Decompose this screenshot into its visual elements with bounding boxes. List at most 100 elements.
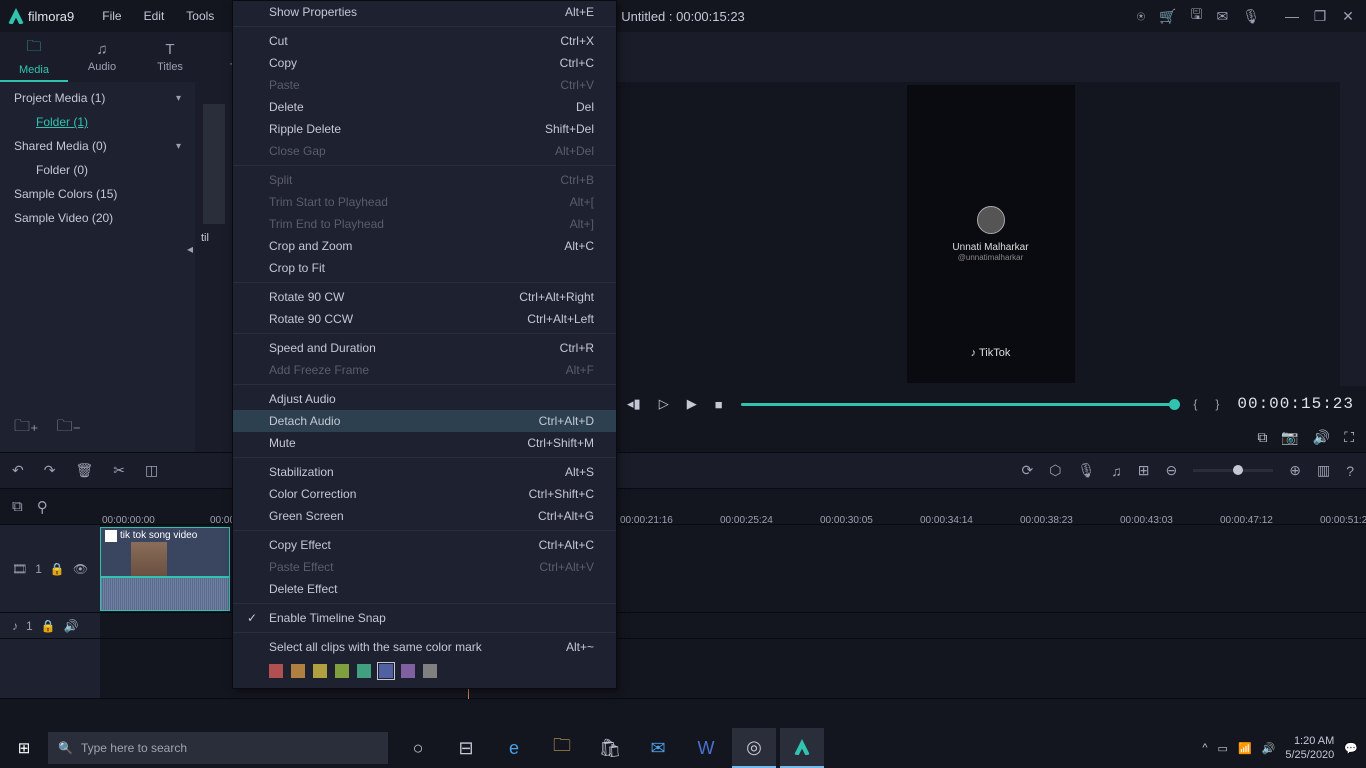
lock-icon[interactable]: 🔒 <box>50 562 65 576</box>
collapse-media-icon[interactable]: ◂ <box>187 242 193 256</box>
media-thumbnail[interactable] <box>203 104 225 224</box>
context-menu-item[interactable]: CutCtrl+X <box>233 30 616 52</box>
context-menu-item[interactable]: CopyCtrl+C <box>233 52 616 74</box>
context-menu-item[interactable]: Rotate 90 CCWCtrl+Alt+Left <box>233 308 616 330</box>
sidebar-item[interactable]: Project Media (1)▾ <box>0 86 195 110</box>
delete-folder-icon[interactable]: 🗀₋ <box>56 415 80 442</box>
color-swatch[interactable] <box>401 664 415 678</box>
context-menu-item[interactable]: Green ScreenCtrl+Alt+G <box>233 505 616 527</box>
explorer-icon[interactable]: 🗀 <box>540 728 584 768</box>
context-menu-item[interactable]: Speed and DurationCtrl+R <box>233 337 616 359</box>
context-menu-item[interactable]: Rotate 90 CWCtrl+Alt+Right <box>233 286 616 308</box>
color-swatch[interactable] <box>423 664 437 678</box>
filmora-icon[interactable] <box>780 728 824 768</box>
context-menu-item[interactable]: Copy EffectCtrl+Alt+C <box>233 534 616 556</box>
eye-icon[interactable]: 👁 <box>73 562 88 576</box>
tool-tab-audio[interactable]: ♫Audio <box>68 32 136 82</box>
mail-icon[interactable]: ✉ <box>1216 8 1228 25</box>
task-view-icon[interactable]: ⊟ <box>444 728 488 768</box>
windows-search[interactable]: 🔍 Type here to search <box>48 732 388 764</box>
lock-icon[interactable]: 🔒 <box>41 619 56 633</box>
cortana-icon[interactable]: ○ <box>396 728 440 768</box>
audio-mixer-icon[interactable]: ♫ <box>1111 463 1122 479</box>
pip-icon[interactable]: ⧉ <box>1257 429 1267 446</box>
sidebar-item[interactable]: Folder (0) <box>0 158 195 182</box>
context-menu-item[interactable]: Enable Timeline Snap <box>233 607 616 629</box>
color-swatch[interactable] <box>313 664 327 678</box>
zoom-out-icon[interactable]: ⊖ <box>1166 462 1178 479</box>
word-icon[interactable]: W <box>684 728 728 768</box>
zoom-in-icon[interactable]: ⊕ <box>1289 462 1301 479</box>
mark-out-icon[interactable]: } <box>1215 397 1219 411</box>
save-icon[interactable]: 🖫 <box>1191 4 1203 28</box>
voiceover-icon[interactable]: 🎙 <box>1077 462 1095 479</box>
magnet-icon[interactable]: ⚲ <box>37 498 48 516</box>
context-menu-item[interactable]: DeleteDel <box>233 96 616 118</box>
minimize-button[interactable]: — <box>1282 8 1302 25</box>
help-icon[interactable]: ? <box>1346 463 1354 479</box>
context-menu-item[interactable]: Select all clips with the same color mar… <box>233 636 616 658</box>
progress-bar[interactable] <box>741 403 1176 406</box>
video-clip-audio[interactable] <box>100 577 230 611</box>
crop-button[interactable]: ◫ <box>145 462 158 479</box>
marker-icon[interactable]: ⬡ <box>1049 462 1061 479</box>
sidebar-item[interactable]: Folder (1) <box>0 110 195 134</box>
context-menu-item[interactable]: Detach AudioCtrl+Alt+D <box>233 410 616 432</box>
tray-chevron-icon[interactable]: ^ <box>1202 742 1207 754</box>
mark-in-icon[interactable]: { <box>1193 397 1197 411</box>
context-menu-item[interactable]: Show PropertiesAlt+E <box>233 1 616 23</box>
start-button[interactable]: ⊞ <box>0 739 48 757</box>
color-swatch[interactable] <box>357 664 371 678</box>
tool-tab-titles[interactable]: TTitles <box>136 32 204 82</box>
context-menu-item[interactable]: MuteCtrl+Shift+M <box>233 432 616 454</box>
notifications-icon[interactable]: 💬 <box>1344 742 1358 755</box>
redo-button[interactable]: ↷ <box>44 462 56 479</box>
mic-icon[interactable]: 🎙 <box>1242 8 1260 25</box>
context-menu-item[interactable]: Crop to Fit <box>233 257 616 279</box>
link-tracks-icon[interactable]: ⧉ <box>12 498 23 515</box>
render-preview-icon[interactable]: ⟳ <box>1022 462 1034 479</box>
next-frame-button[interactable]: ▶ <box>687 396 697 412</box>
chrome-icon[interactable]: ◎ <box>732 728 776 768</box>
cut-button[interactable]: ✂ <box>113 462 125 479</box>
sidebar-item[interactable]: Shared Media (0)▾ <box>0 134 195 158</box>
undo-button[interactable]: ↶ <box>12 462 24 479</box>
snapshot-icon[interactable]: 📷 <box>1281 429 1298 446</box>
context-menu-item[interactable]: Ripple DeleteShift+Del <box>233 118 616 140</box>
system-clock[interactable]: 1:20 AM 5/25/2020 <box>1285 734 1334 762</box>
sidebar-item[interactable]: Sample Colors (15) <box>0 182 195 206</box>
tool-tab-media[interactable]: 🗀Media <box>0 32 68 82</box>
video-clip[interactable]: tik tok song video <box>100 527 230 577</box>
color-swatch[interactable] <box>291 664 305 678</box>
wifi-icon[interactable]: 📶 <box>1238 742 1252 755</box>
menu-file[interactable]: File <box>92 3 131 29</box>
mail-icon[interactable]: ✉ <box>636 728 680 768</box>
sidebar-item[interactable]: Sample Video (20) <box>0 206 195 230</box>
edge-icon[interactable]: e <box>492 728 536 768</box>
context-menu-item[interactable]: Color CorrectionCtrl+Shift+C <box>233 483 616 505</box>
menu-edit[interactable]: Edit <box>134 3 175 29</box>
zoom-slider[interactable] <box>1193 469 1273 472</box>
fullscreen-icon[interactable]: ⛶ <box>1344 429 1354 446</box>
color-swatch[interactable] <box>269 664 283 678</box>
delete-button[interactable]: 🗑 <box>75 462 93 479</box>
tray-volume-icon[interactable]: 🔊 <box>1262 742 1276 755</box>
account-icon[interactable]: ⍟ <box>1137 8 1145 25</box>
maximize-button[interactable]: ❐ <box>1310 8 1330 25</box>
battery-icon[interactable]: ▭ <box>1218 742 1228 755</box>
color-swatch[interactable] <box>335 664 349 678</box>
play-button[interactable]: ▷ <box>659 396 669 412</box>
close-button[interactable]: ✕ <box>1338 8 1358 25</box>
color-swatch[interactable] <box>379 664 393 678</box>
new-folder-icon[interactable]: 🗀₊ <box>14 415 38 442</box>
speaker-icon[interactable]: 🔊 <box>64 619 79 633</box>
context-menu-item[interactable]: Crop and ZoomAlt+C <box>233 235 616 257</box>
volume-icon[interactable]: 🔊 <box>1313 429 1330 446</box>
context-menu-item[interactable]: Adjust Audio <box>233 388 616 410</box>
prev-frame-button[interactable]: ◂▮ <box>627 396 641 412</box>
menu-tools[interactable]: Tools <box>176 3 224 29</box>
context-menu-item[interactable]: StabilizationAlt+S <box>233 461 616 483</box>
stop-button[interactable]: ■ <box>715 397 723 412</box>
store-icon[interactable]: 🛍 <box>588 728 632 768</box>
cart-icon[interactable]: 🛒 <box>1159 8 1176 25</box>
